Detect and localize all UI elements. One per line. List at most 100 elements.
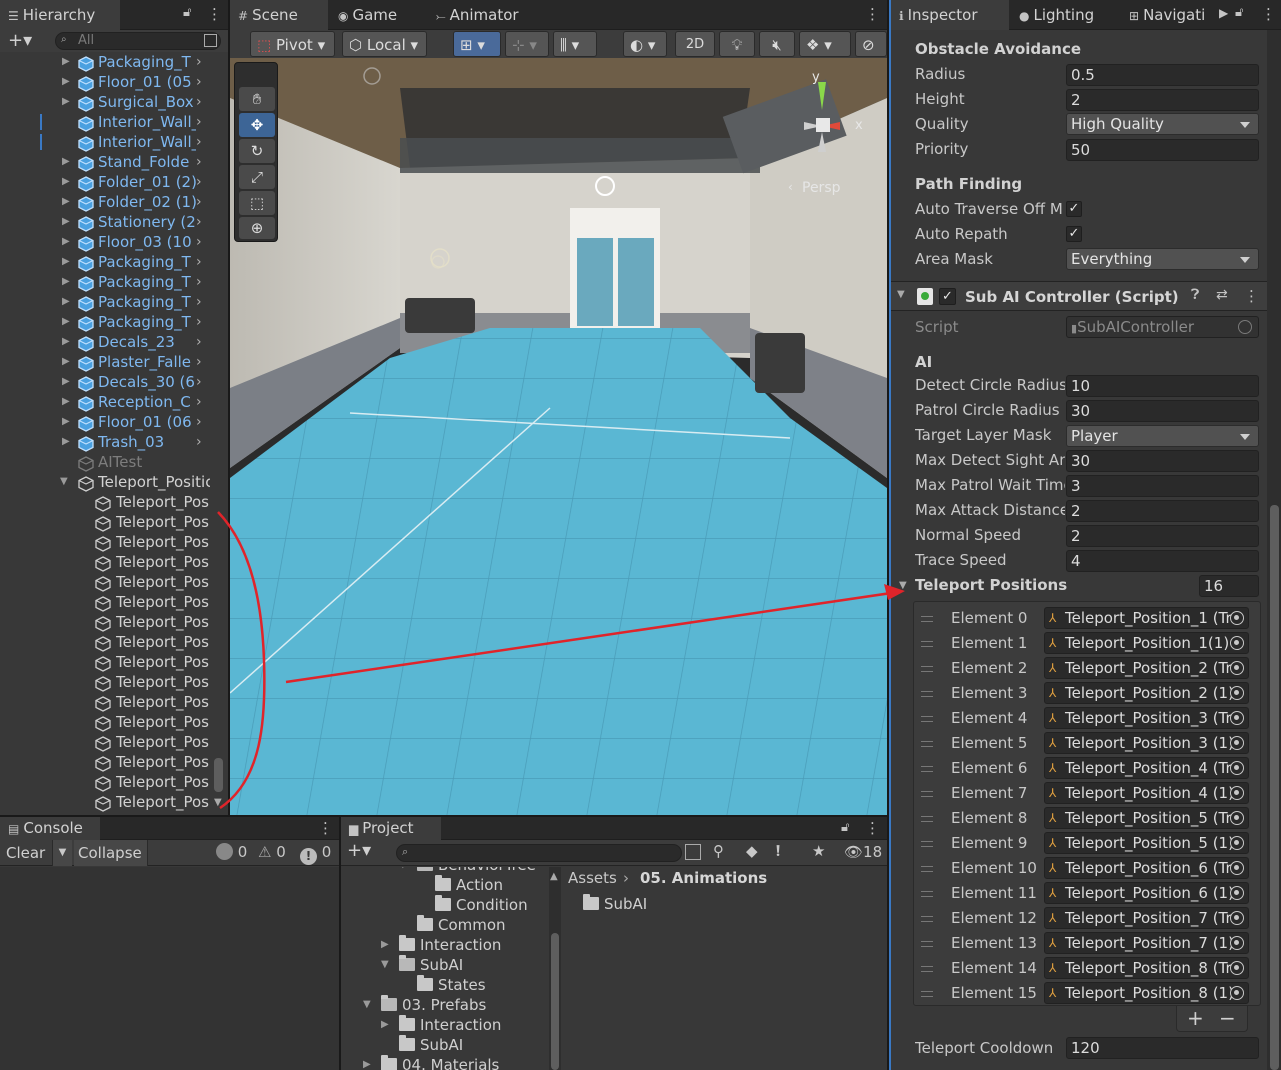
folder-expand-right-icon[interactable]: ▶	[363, 1055, 371, 1070]
move-tool-icon[interactable]: ✥	[239, 113, 275, 137]
object-picker-icon[interactable]	[1230, 936, 1244, 950]
teleport-foldout-icon[interactable]: ▼	[899, 580, 907, 591]
element-object-field[interactable]: ⅄ Teleport_Position_7 (Tr	[1044, 907, 1249, 929]
drag-handle-icon[interactable]	[921, 766, 933, 772]
hierarchy-item[interactable]: Interior_Wall_ ›	[0, 132, 228, 152]
prefab-open-icon[interactable]: ›	[196, 272, 202, 292]
tab-game[interactable]: ◉ Game	[330, 0, 428, 30]
prefab-open-icon[interactable]: ›	[196, 232, 202, 252]
prefab-open-icon[interactable]: ›	[196, 332, 202, 352]
quality-dropdown[interactable]: High Quality	[1066, 113, 1259, 135]
expand-right-icon[interactable]: ▶	[62, 152, 70, 172]
filter-type-icon[interactable]: ⚲	[713, 842, 724, 860]
drag-handle-icon[interactable]	[921, 741, 933, 747]
auto-traverse-checkbox[interactable]: ✓	[1066, 201, 1082, 217]
expand-right-icon[interactable]: ▶	[62, 312, 70, 332]
hierarchy-child-item[interactable]: Teleport_Pos	[0, 772, 228, 792]
hierarchy-item[interactable]: AITest	[0, 452, 228, 472]
pivot-dropdown[interactable]: ⬚ Pivot ▾	[250, 31, 335, 57]
orientation-gizmo[interactable]: y x	[778, 70, 868, 162]
drag-handle-icon[interactable]	[921, 841, 933, 847]
object-picker-icon[interactable]	[1230, 861, 1244, 875]
teleport-element-row[interactable]: Element 3 ⅄ Teleport_Position_2 (1)	[913, 682, 1253, 707]
hierarchy-item[interactable]: ▶ Packaging_T ›	[0, 312, 228, 332]
tab-animator[interactable]: ⤚ Animator	[428, 0, 548, 30]
hierarchy-item[interactable]: ▶ Packaging_T ›	[0, 252, 228, 272]
hierarchy-item[interactable]: ▶ Stand_Folde ›	[0, 152, 228, 172]
teleport-element-row[interactable]: Element 2 ⅄ Teleport_Position_2 (Tr	[913, 657, 1253, 682]
draw-mode-dropdown[interactable]: ◐ ▾	[623, 31, 667, 57]
prefab-open-icon[interactable]: ›	[196, 112, 202, 132]
hierarchy-item[interactable]: ▶ Decals_23 ›	[0, 332, 228, 352]
hierarchy-child-item[interactable]: Teleport_Pos	[0, 592, 228, 612]
element-object-field[interactable]: ⅄ Teleport_Position_8 (1)	[1044, 982, 1249, 1004]
hierarchy-item[interactable]: ▶ Surgical_Box ›	[0, 92, 228, 112]
teleport-element-row[interactable]: Element 9 ⅄ Teleport_Position_5 (1)	[913, 832, 1253, 857]
scene-menu-icon[interactable]: ⋮	[865, 5, 880, 23]
expand-right-icon[interactable]: ▶	[62, 412, 70, 432]
object-picker-icon[interactable]	[1230, 636, 1244, 650]
remove-element-button[interactable]: −	[1219, 1006, 1236, 1030]
element-object-field[interactable]: ⅄ Teleport_Position_6 (1)	[1044, 882, 1249, 904]
project-folder-item[interactable]: SubAI	[341, 1035, 549, 1055]
snap-increment-toggle[interactable]: ⊹ ▾	[505, 31, 549, 57]
object-picker-icon[interactable]	[1230, 686, 1244, 700]
object-picker-icon[interactable]	[1230, 611, 1244, 625]
element-object-field[interactable]: ⅄ Teleport_Position_3 (1)	[1044, 732, 1249, 754]
tab-hierarchy[interactable]: ☰ Hierarchy	[0, 0, 120, 30]
hierarchy-child-item[interactable]: Teleport_Pos	[0, 792, 228, 812]
teleport-element-row[interactable]: Element 15 ⅄ Teleport_Position_8 (1)	[913, 982, 1253, 1007]
teleport-element-row[interactable]: Element 6 ⅄ Teleport_Position_4 (Tr	[913, 757, 1253, 782]
hierarchy-item[interactable]: ▶ Plaster_Falle ›	[0, 352, 228, 372]
hierarchy-item[interactable]: ▶ Folder_02 (1) ›	[0, 192, 228, 212]
expand-right-icon[interactable]: ▶	[62, 52, 70, 72]
teleport-element-row[interactable]: Element 7 ⅄ Teleport_Position_4 (1)	[913, 782, 1253, 807]
foldout-arrow-icon[interactable]: ▼	[897, 289, 905, 300]
teleport-count-field[interactable]: 16	[1199, 575, 1259, 597]
tree-scroll-up-icon[interactable]: ▲	[550, 871, 558, 882]
hierarchy-child-item[interactable]: Teleport_Pos	[0, 752, 228, 772]
project-folder-item[interactable]: States	[341, 975, 549, 995]
prefab-open-icon[interactable]: ›	[196, 252, 202, 272]
tab-overflow-icon[interactable]: ▶	[1219, 6, 1228, 20]
ai-field-input[interactable]: 3	[1066, 475, 1259, 497]
hidden-packages-toggle[interactable]: 👁︎18	[844, 843, 882, 861]
drag-handle-icon[interactable]	[921, 916, 933, 922]
script-field[interactable]: ▮SubAIController	[1066, 316, 1259, 338]
breadcrumb-root[interactable]: Assets	[568, 869, 617, 887]
prefab-open-icon[interactable]: ›	[196, 432, 202, 452]
project-folder-item[interactable]: Action	[341, 875, 549, 895]
tab-project[interactable]: ▆ Project	[341, 817, 441, 840]
hidden-objects-toggle[interactable]: ⊘	[855, 31, 887, 57]
hierarchy-search-input[interactable]: ⌕ All	[55, 32, 221, 50]
project-folder-item[interactable]: Common	[341, 915, 549, 935]
console-log-area[interactable]	[0, 867, 339, 1070]
prefab-open-icon[interactable]: ›	[196, 132, 202, 152]
object-picker-icon[interactable]	[1230, 661, 1244, 675]
warning-toggle[interactable]: ⚠ 0	[258, 843, 286, 861]
auto-repath-checkbox[interactable]: ✓	[1066, 226, 1082, 242]
collapse-button[interactable]: Collapse	[74, 840, 148, 866]
teleport-element-row[interactable]: Element 0 ⅄ Teleport_Position_1 (Tr	[913, 607, 1253, 632]
tab-inspector[interactable]: ℹ Inspector	[891, 0, 1009, 30]
prefab-open-icon[interactable]: ›	[196, 292, 202, 312]
teleport-element-row[interactable]: Element 13 ⅄ Teleport_Position_7 (1)	[913, 932, 1253, 957]
expand-right-icon[interactable]: ▶	[62, 72, 70, 92]
project-file-item[interactable]: SubAI	[563, 894, 887, 914]
tab-lighting[interactable]: ● Lighting	[1011, 0, 1119, 30]
ai-field-input[interactable]: 2	[1066, 500, 1259, 522]
element-object-field[interactable]: ⅄ Teleport_Position_4 (1)	[1044, 782, 1249, 804]
ai-field-input[interactable]: 10	[1066, 375, 1259, 397]
object-picker-icon[interactable]	[1230, 711, 1244, 725]
inspector-menu-icon[interactable]: ⋮	[1261, 5, 1276, 23]
element-object-field[interactable]: ⅄ Teleport_Position_8 (Tr	[1044, 957, 1249, 979]
grid-snap-toggle[interactable]: ⊞ ▾	[453, 31, 501, 57]
teleport-cooldown-field[interactable]: 120	[1066, 1037, 1259, 1059]
project-folder-item[interactable]: Condition	[341, 895, 549, 915]
project-folder-item[interactable]: ▶ Interaction	[341, 1015, 549, 1035]
prefab-open-icon[interactable]: ›	[196, 412, 202, 432]
object-picker-icon[interactable]	[1230, 986, 1244, 1000]
create-asset-button[interactable]: +▾	[347, 840, 371, 861]
project-menu-icon[interactable]: ⋮	[865, 819, 880, 837]
object-picker-icon[interactable]	[1230, 836, 1244, 850]
